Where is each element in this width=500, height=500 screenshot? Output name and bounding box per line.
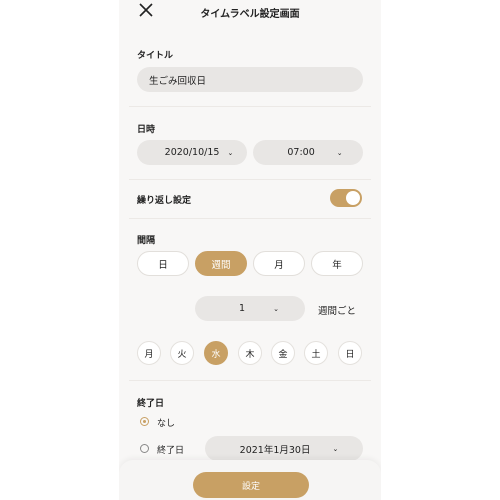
end-date-select[interactable]: 2021年1月30日 ⌄ <box>205 436 363 461</box>
chevron-down-icon: ⌄ <box>332 444 339 453</box>
interval-option-day[interactable]: 日 <box>137 251 189 276</box>
submit-button[interactable]: 設定 <box>193 472 309 498</box>
repeat-label: 繰り返し設定 <box>137 196 192 206</box>
weekday-thu[interactable]: 木 <box>238 341 262 365</box>
radio-end-date-label: 終了日 <box>157 446 185 456</box>
radio-none-label: なし <box>157 419 176 429</box>
interval-option-month[interactable]: 月 <box>253 251 305 276</box>
datetime-label: 日時 <box>137 125 156 135</box>
end-date-value: 2021年1月30日 <box>239 444 311 456</box>
interval-count-value: 1 <box>239 303 246 314</box>
radio-end-date[interactable] <box>140 444 149 453</box>
weekday-mon[interactable]: 月 <box>137 341 161 365</box>
time-select[interactable]: 07:00 ⌄ <box>253 140 363 165</box>
time-value: 07:00 <box>287 147 315 158</box>
chevron-down-icon: ⌄ <box>336 148 343 157</box>
settings-screen: タイムラベル設定画面 タイトル 生ごみ回収日 日時 2020/10/15 ⌄ 0… <box>119 0 381 500</box>
interval-option-week[interactable]: 週間 <box>195 251 247 276</box>
divider <box>129 106 371 107</box>
date-value: 2020/10/15 <box>164 147 220 158</box>
chevron-down-icon: ⌄ <box>273 304 279 313</box>
title-input-value: 生ごみ回収日 <box>149 75 207 87</box>
date-select[interactable]: 2020/10/15 ⌄ <box>137 140 247 165</box>
interval-label: 間隔 <box>137 236 156 246</box>
chevron-down-icon: ⌄ <box>227 148 234 157</box>
divider <box>129 218 371 219</box>
title-label: タイトル <box>137 51 174 61</box>
weekday-wed[interactable]: 水 <box>204 341 228 365</box>
toggle-knob <box>346 191 360 205</box>
divider <box>129 380 371 381</box>
weekday-sun[interactable]: 日 <box>338 341 362 365</box>
interval-option-year[interactable]: 年 <box>311 251 363 276</box>
radio-dot <box>143 420 146 423</box>
radio-none[interactable] <box>140 417 149 426</box>
divider <box>129 179 371 180</box>
repeat-toggle[interactable] <box>330 189 362 207</box>
weekday-sat[interactable]: 土 <box>304 341 328 365</box>
title-input[interactable]: 生ごみ回収日 <box>137 67 363 92</box>
weekday-tue[interactable]: 火 <box>170 341 194 365</box>
weekday-fri[interactable]: 金 <box>271 341 295 365</box>
page-title: タイムラベル設定画面 <box>200 9 300 20</box>
interval-suffix: 週間ごと <box>318 306 357 317</box>
end-date-label: 終了日 <box>137 399 165 409</box>
interval-count-select[interactable]: 1 ⌄ <box>195 296 305 321</box>
